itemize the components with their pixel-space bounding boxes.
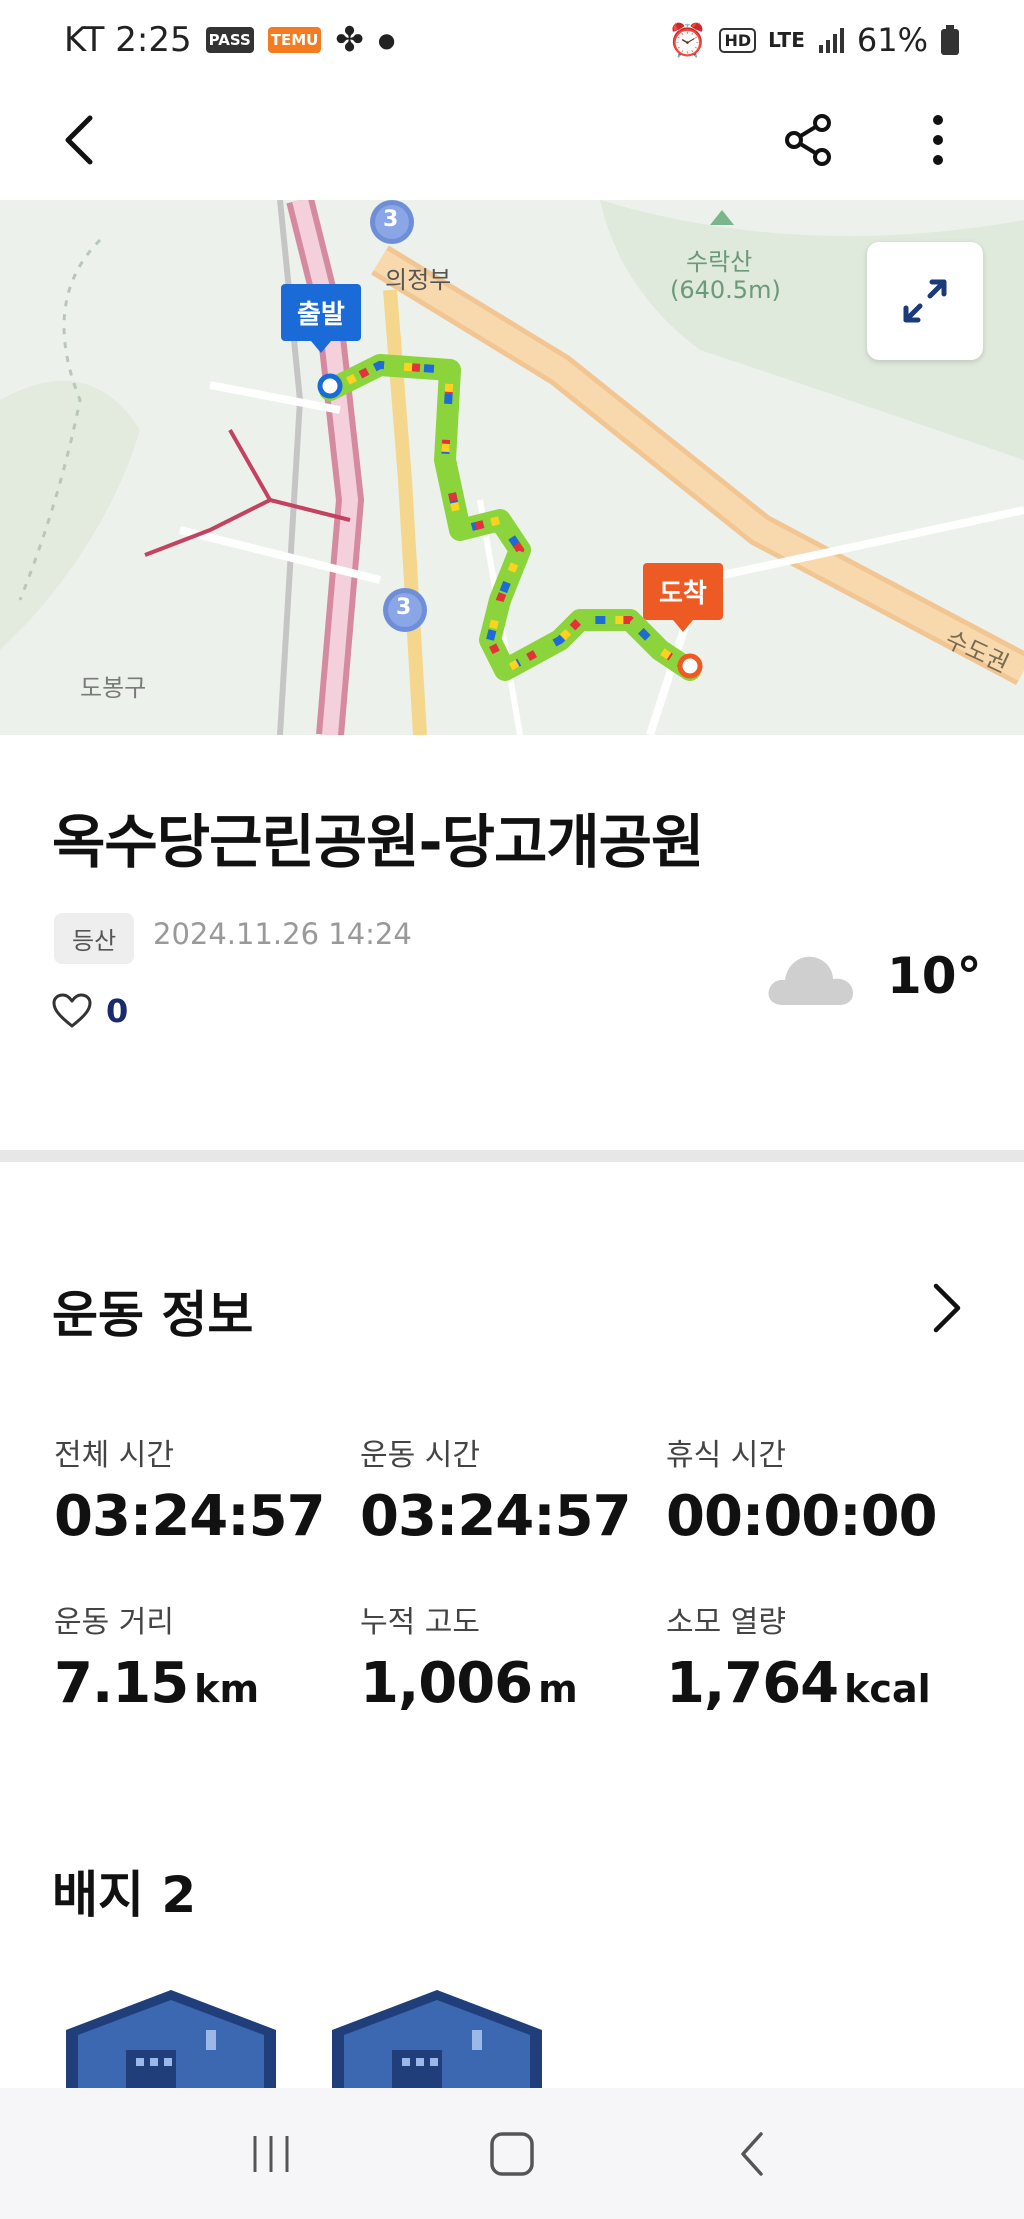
expand-icon — [903, 279, 947, 323]
stat-unit: km — [194, 1667, 260, 1711]
battery-percent: 61% — [856, 21, 928, 59]
alarm-icon: ⏰ — [667, 21, 708, 59]
like-count: 0 — [106, 992, 129, 1030]
cloud-icon — [768, 956, 853, 1005]
hd-icon: HD — [719, 27, 757, 53]
pinwheel-icon: ✤ — [335, 20, 364, 60]
city-label: 의정부 — [385, 266, 452, 294]
stat-label: 누적 고도 — [360, 1605, 480, 1640]
badge-icon — [332, 1990, 542, 2090]
home-button[interactable] — [477, 2119, 547, 2189]
stat-label: 소모 열량 — [666, 1605, 786, 1640]
stat-label: 전체 시간 — [54, 1438, 174, 1473]
more-options-button[interactable] — [906, 108, 970, 172]
weather-info: 10° — [765, 945, 982, 1007]
route-number-label: 3 — [396, 595, 412, 620]
stat-value: 1,006 — [360, 1651, 533, 1716]
status-left: KT 2:25 PASS TEMU ✤ ● — [64, 20, 395, 60]
stat-calories: 소모 열량 1,764 kcal — [666, 1597, 972, 1716]
stat-value: 00:00:00 — [666, 1484, 938, 1549]
back-icon — [65, 115, 93, 165]
stat-rest-time: 휴식 시간 00:00:00 — [666, 1430, 972, 1549]
badge-icon — [66, 1990, 276, 2090]
stat-unit: kcal — [844, 1667, 931, 1711]
category-chip: 등산 — [54, 913, 135, 964]
signal-icon — [818, 28, 844, 53]
exercise-info-more-button[interactable] — [920, 1278, 968, 1338]
stat-value: 03:24:57 — [360, 1484, 632, 1549]
mountain-elevation-label: (640.5m) — [670, 276, 781, 304]
recent-apps-icon — [253, 2135, 289, 2172]
mountain-label: 수락산 — [686, 248, 753, 276]
end-marker: 도착 — [643, 563, 723, 632]
status-bar: KT 2:25 PASS TEMU ✤ ● ⏰ HD LTE 61% — [0, 0, 1024, 80]
like-button[interactable]: 0 — [52, 992, 128, 1030]
recent-apps-button[interactable] — [236, 2119, 306, 2189]
battery-icon — [941, 25, 959, 55]
pass-app-icon: PASS — [205, 27, 254, 53]
stat-value: 7.15 — [54, 1651, 189, 1716]
home-icon — [490, 2131, 534, 2176]
stat-value: 1,764 — [666, 1651, 839, 1716]
badge-item[interactable] — [66, 1990, 276, 2090]
temperature: 10° — [887, 947, 982, 1005]
network-type: LTE — [768, 28, 805, 52]
route-map[interactable]: 3 3 의정부 수락산 (640.5m) 도봉구 수도권 출발 도착 — [0, 200, 1024, 735]
dot-icon: ● — [377, 28, 396, 52]
badge-item[interactable] — [332, 1990, 542, 2090]
back-icon — [741, 2131, 764, 2176]
route-number-label: 3 — [383, 207, 399, 232]
start-marker: 출발 — [281, 284, 361, 353]
share-button[interactable] — [776, 108, 840, 172]
exercise-stats-grid: 전체 시간 03:24:57 운동 시간 03:24:57 휴식 시간 00:0… — [54, 1430, 974, 1716]
expand-map-button[interactable] — [867, 242, 983, 360]
stat-distance: 운동 거리 7.15 km — [54, 1597, 360, 1716]
system-back-button[interactable] — [718, 2119, 788, 2189]
status-right: ⏰ HD LTE 61% — [668, 21, 960, 59]
stat-unit: m — [538, 1667, 578, 1711]
heart-icon — [52, 993, 92, 1028]
chevron-right-icon — [933, 1283, 961, 1333]
stat-value: 03:24:57 — [54, 1484, 326, 1549]
stat-exercise-time: 운동 시간 03:24:57 — [360, 1430, 666, 1549]
temu-app-icon: TEMU — [267, 27, 322, 53]
more-vertical-icon — [933, 115, 943, 165]
stat-label: 운동 시간 — [360, 1438, 480, 1473]
section-divider — [0, 1150, 1024, 1162]
share-icon — [785, 114, 831, 166]
district-label: 도봉구 — [80, 674, 147, 702]
stat-total-time: 전체 시간 03:24:57 — [54, 1430, 360, 1549]
app-bar — [0, 80, 1024, 200]
activity-title: 옥수당근린공원-당고개공원 — [52, 808, 704, 876]
stat-elevation: 누적 고도 1,006 m — [360, 1597, 666, 1716]
stat-label: 휴식 시간 — [666, 1438, 786, 1473]
back-button[interactable] — [50, 108, 114, 172]
activity-datetime: 2024.11.26 14:24 — [153, 917, 412, 951]
carrier-time: KT 2:25 — [64, 20, 192, 60]
badges-title: 배지 2 — [52, 1866, 197, 1924]
system-nav-bar — [0, 2088, 1024, 2219]
stat-label: 운동 거리 — [54, 1605, 174, 1640]
exercise-info-title[interactable]: 운동 정보 — [52, 1275, 253, 1347]
